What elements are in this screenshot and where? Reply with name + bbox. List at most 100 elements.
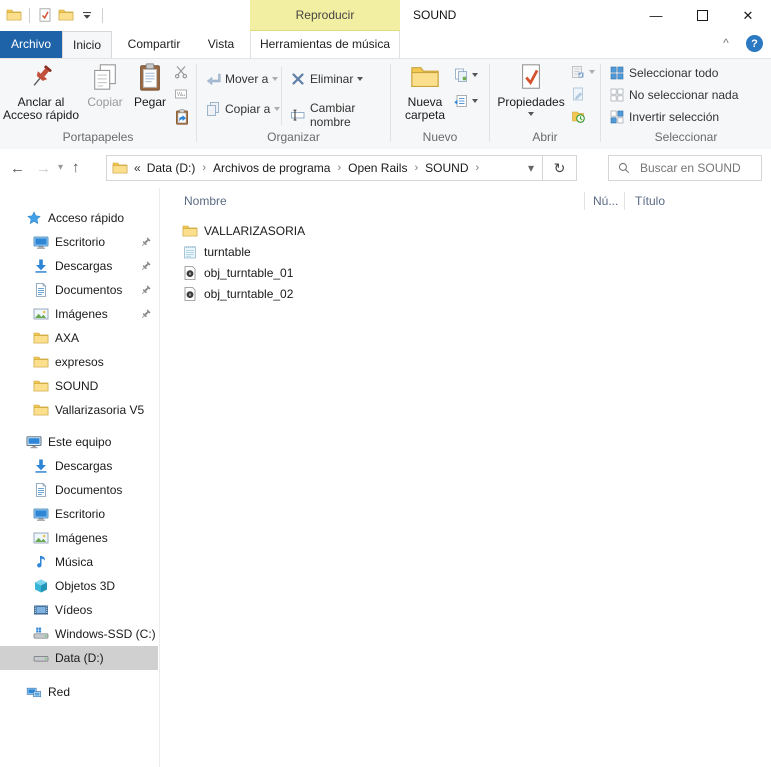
pin-icon: [139, 284, 152, 297]
folder-icon[interactable]: [6, 7, 22, 23]
delete-button[interactable]: Eliminar: [290, 71, 363, 87]
cut-button[interactable]: [173, 64, 189, 80]
file-row[interactable]: turntable: [161, 241, 771, 262]
paste-shortcut-icon: [173, 108, 191, 126]
group-label: Portapapeles: [0, 130, 196, 144]
open-with-button[interactable]: [570, 64, 595, 80]
edit-button[interactable]: [570, 86, 586, 102]
tab-vista[interactable]: Vista: [196, 31, 246, 58]
column-header-nombre[interactable]: Nombre: [161, 194, 584, 208]
move-to-icon: [205, 71, 221, 87]
toolbar-separator: [29, 8, 30, 23]
sidebar-item-data-d-selected[interactable]: Data (D:): [0, 646, 158, 670]
breadcrumb-segment[interactable]: Archivos de programa: [213, 161, 330, 175]
sidebar-item-imagenes[interactable]: Imágenes: [0, 526, 159, 550]
invert-selection-icon: [609, 109, 625, 125]
maximize-button[interactable]: [679, 0, 725, 31]
folder-icon[interactable]: [58, 7, 74, 23]
sidebar-item-axa[interactable]: AXA: [0, 326, 159, 350]
new-item-button[interactable]: [453, 67, 478, 83]
group-label: Organizar: [197, 130, 390, 144]
breadcrumb-segment[interactable]: SOUND: [425, 161, 468, 175]
address-dropdown-icon[interactable]: ▾: [528, 161, 534, 175]
folder-icon: [33, 378, 49, 394]
breadcrumb-segment[interactable]: Data (D:): [147, 161, 196, 175]
column-header-row: Nombre Nú... Título: [161, 188, 771, 214]
up-icon[interactable]: ↑: [72, 159, 80, 176]
copy-button[interactable]: Copiar: [82, 62, 128, 109]
history-button[interactable]: [570, 108, 586, 124]
maximize-icon: [697, 10, 708, 21]
file-row[interactable]: obj_turntable_01: [161, 262, 771, 283]
tab-herramientas-de-musica[interactable]: Herramientas de música: [250, 31, 400, 58]
breadcrumb-truncation[interactable]: «: [134, 161, 141, 175]
new-folder-button[interactable]: Nueva carpeta: [399, 62, 451, 122]
title-bar: Reproducir SOUND — ✕: [0, 0, 771, 31]
quick-access-star-icon: [26, 210, 42, 226]
sidebar-item-sound[interactable]: SOUND: [0, 374, 159, 398]
contextual-tab-group-reproducir[interactable]: Reproducir: [250, 0, 400, 31]
sidebar-item-documentos[interactable]: Documentos: [0, 278, 159, 302]
sidebar-item-descargas[interactable]: Descargas: [0, 254, 159, 278]
file-row[interactable]: obj_turntable_02: [161, 283, 771, 304]
breadcrumb-separator-icon[interactable]: ›: [476, 162, 480, 174]
sidebar-item-descargas[interactable]: Descargas: [0, 454, 159, 478]
new-folder-icon: [410, 62, 440, 92]
sidebar-item-documentos[interactable]: Documentos: [0, 478, 159, 502]
customize-toolbar-arrow-icon[interactable]: [79, 7, 95, 23]
sidebar-item-musica[interactable]: Música: [0, 550, 159, 574]
close-button[interactable]: ✕: [725, 0, 771, 31]
properties-button[interactable]: Propiedades: [498, 62, 564, 116]
properties-check-icon[interactable]: [37, 7, 53, 23]
tab-inicio[interactable]: Inicio: [62, 31, 112, 58]
copy-to-button[interactable]: Copiar a: [205, 101, 280, 117]
copy-path-button[interactable]: W: [173, 86, 189, 102]
ribbon-group-seleccionar: Seleccionar todo No seleccionar nada Inv…: [601, 59, 771, 147]
media-file-icon: [182, 286, 198, 302]
sidebar-section-red[interactable]: Red: [0, 680, 159, 704]
column-separator: [281, 67, 282, 125]
sidebar-item-escritorio[interactable]: Escritorio: [0, 502, 159, 526]
move-to-button[interactable]: Mover a: [205, 71, 278, 87]
sidebar-item-objetos-3d[interactable]: Objetos 3D: [0, 574, 159, 598]
sidebar-section-este-equipo[interactable]: Este equipo: [0, 430, 159, 454]
paste-shortcut-button[interactable]: [173, 108, 191, 126]
forward-icon[interactable]: →: [36, 160, 51, 177]
column-header-numero[interactable]: Nú...: [584, 192, 624, 210]
sidebar-item-windows-ssd[interactable]: Windows-SSD (C:): [0, 622, 159, 646]
breadcrumb-separator-icon[interactable]: ›: [414, 162, 418, 174]
drive-icon: [33, 650, 49, 666]
tab-archivo[interactable]: Archivo: [0, 31, 62, 58]
select-none-button[interactable]: No seleccionar nada: [609, 87, 738, 103]
sidebar-item-expresos[interactable]: expresos: [0, 350, 159, 374]
rename-button[interactable]: Cambiar nombre: [290, 101, 390, 129]
minimize-button[interactable]: —: [633, 0, 679, 31]
sidebar-item-escritorio[interactable]: Escritorio: [0, 230, 159, 254]
help-icon[interactable]: ?: [746, 35, 763, 52]
sidebar-item-imagenes[interactable]: Imágenes: [0, 302, 159, 326]
back-icon[interactable]: ←: [10, 160, 25, 177]
paste-button[interactable]: Pegar: [129, 62, 171, 109]
sidebar-section-quick-access[interactable]: Acceso rápido: [0, 206, 159, 230]
group-label: Abrir: [490, 130, 600, 144]
breadcrumb-separator-icon[interactable]: ›: [202, 162, 206, 174]
address-bar[interactable]: « Data (D:) › Archivos de programa › Ope…: [106, 155, 577, 181]
column-header-titulo[interactable]: Título: [624, 192, 771, 210]
breadcrumb-segment[interactable]: Open Rails: [348, 161, 407, 175]
search-box[interactable]: [608, 155, 762, 181]
file-row[interactable]: VALLARIZASORIA: [161, 220, 771, 241]
tab-compartir[interactable]: Compartir: [118, 31, 190, 58]
invert-selection-button[interactable]: Invertir selección: [609, 109, 719, 125]
sidebar-item-videos[interactable]: Vídeos: [0, 598, 159, 622]
select-all-button[interactable]: Seleccionar todo: [609, 65, 718, 81]
breadcrumb-separator-icon[interactable]: ›: [337, 162, 341, 174]
sidebar-item-vallarizasoria-v5[interactable]: Vallarizasoria V5: [0, 398, 159, 422]
easy-access-button[interactable]: [453, 93, 478, 109]
folder-icon: [182, 223, 198, 239]
file-name: VALLARIZASORIA: [204, 224, 305, 238]
collapse-ribbon-icon[interactable]: ^: [717, 35, 735, 53]
refresh-icon[interactable]: ↻: [543, 160, 576, 177]
search-input[interactable]: [638, 160, 761, 176]
pin-to-quick-access-button[interactable]: Anclar al Acceso rápido: [2, 62, 80, 122]
history-dropdown-icon[interactable]: ▾: [58, 162, 63, 173]
